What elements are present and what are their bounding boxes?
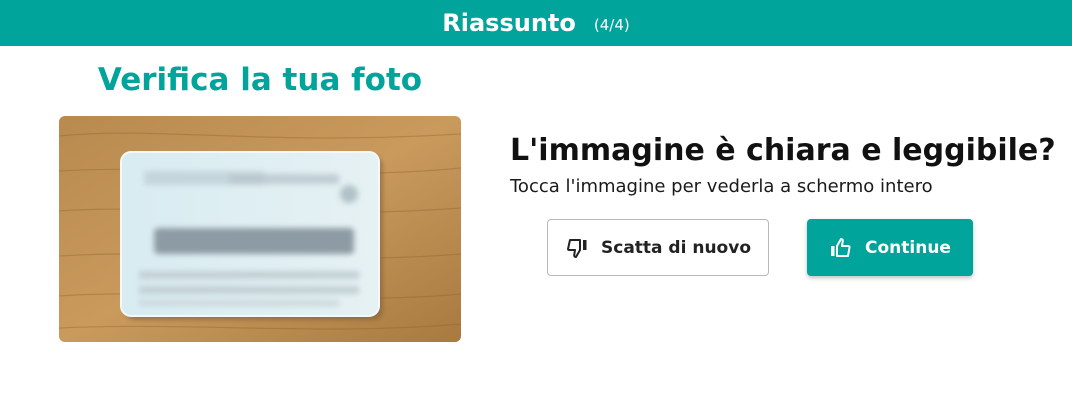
page-title: Riassunto (442, 9, 576, 37)
review-hint: Tocca l'immagine per vederla a schermo i… (510, 176, 933, 197)
step-indicator: (4/4) (593, 16, 630, 34)
retake-button[interactable]: Scatta di nuovo (547, 219, 769, 276)
thumbs-up-icon (829, 237, 853, 259)
id-card-photo-image (59, 116, 461, 342)
captured-photo[interactable] (59, 116, 461, 342)
review-question: L'immagine è chiara e leggibile? (510, 133, 1056, 168)
top-bar: Riassunto (4/4) (0, 0, 1072, 46)
retake-button-label: Scatta di nuovo (601, 237, 751, 258)
thumbs-down-icon (565, 237, 589, 259)
continue-button-label: Continue (865, 237, 951, 258)
continue-button[interactable]: Continue (807, 219, 973, 276)
photo-heading: Verifica la tua foto (97, 62, 423, 98)
